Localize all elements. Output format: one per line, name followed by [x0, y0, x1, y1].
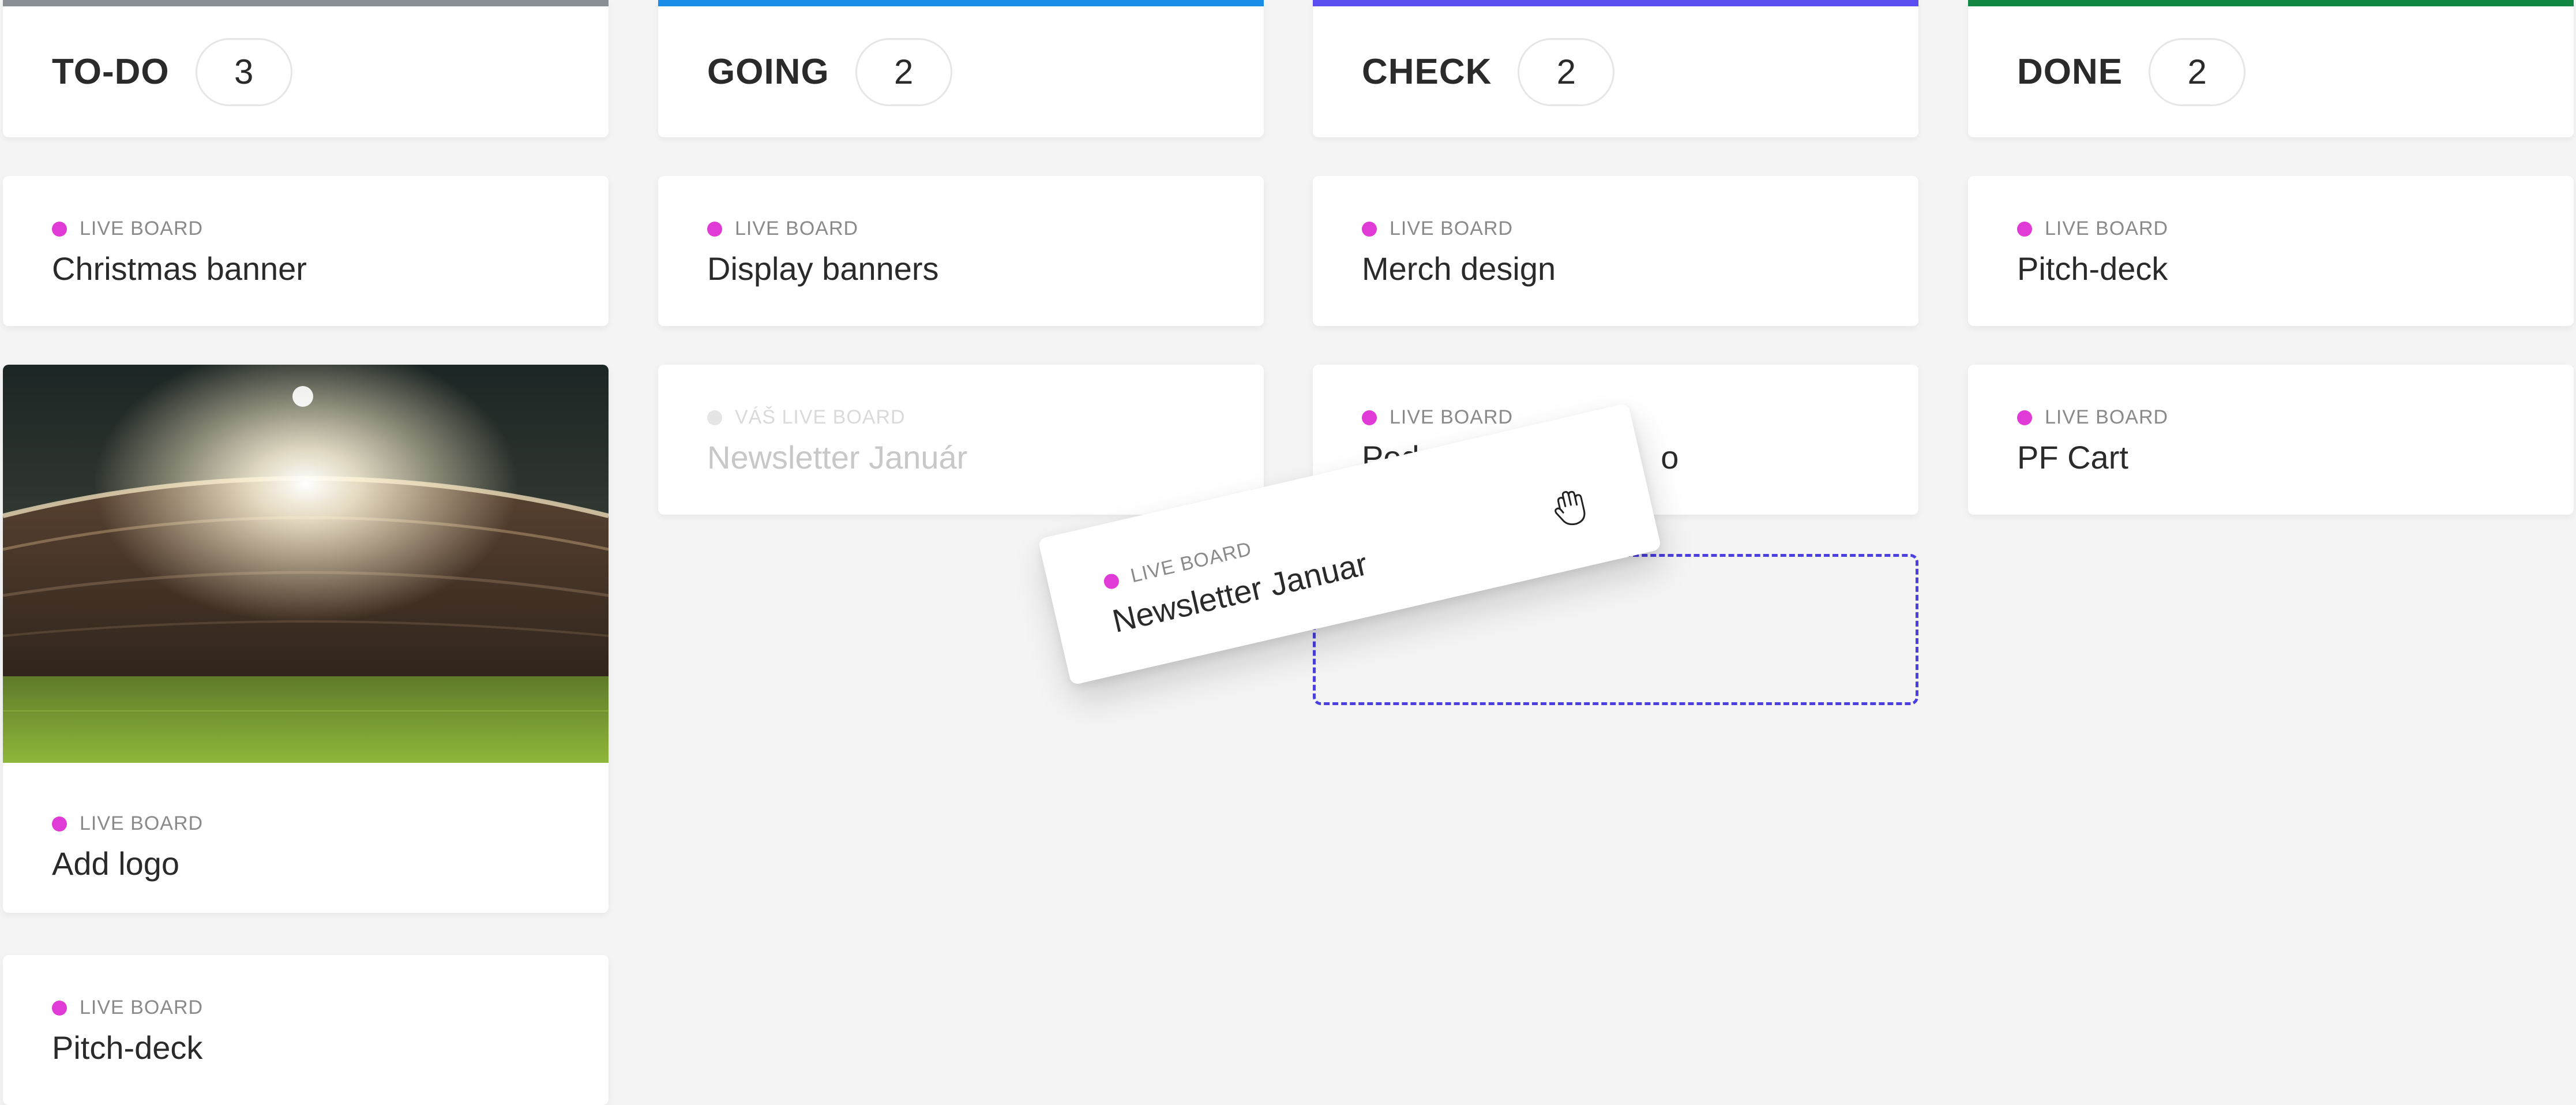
card-title: Merch design: [1362, 250, 1556, 287]
card-tag: LIVE BOARD: [52, 812, 203, 835]
tag-label: LIVE BOARD: [1390, 406, 1514, 428]
tag-label: LIVE BOARD: [80, 218, 204, 239]
tag-dot-icon: [52, 816, 67, 831]
column-count-badge: 2: [855, 38, 952, 106]
card-title: Pitch-deck: [2017, 250, 2168, 287]
card-tag: VÁŠ LIVE BOARD: [707, 406, 906, 429]
column-title: CHECK: [1362, 52, 1492, 92]
card-tag: LIVE BOARD: [52, 218, 203, 240]
column-title: DONE: [2017, 52, 2123, 92]
card-title: Pitch-deck: [52, 1029, 203, 1066]
task-card[interactable]: LIVE BOARD Merch design: [1313, 176, 1918, 326]
tag-dot-icon: [1362, 221, 1377, 237]
tag-dot-icon: [1362, 410, 1377, 425]
grab-hand-icon: [1554, 490, 1586, 526]
task-card[interactable]: LIVE BOARD Pitch-deck: [1968, 176, 2574, 326]
card-tag: LIVE BOARD: [2017, 218, 2168, 240]
tag-dot-icon: [52, 1000, 67, 1016]
column-title: TO-DO: [52, 52, 170, 92]
card-title: Newsletter Január: [707, 439, 968, 475]
column-count-badge: 2: [1518, 38, 1615, 106]
tag-label: VÁŠ LIVE BOARD: [735, 406, 906, 428]
task-card[interactable]: LIVE BOARD Christmas banner: [3, 176, 609, 326]
task-card-ghost: VÁŠ LIVE BOARD Newsletter Január: [658, 365, 1264, 515]
card-tag: LIVE BOARD: [2017, 406, 2168, 429]
tag-label: LIVE BOARD: [80, 812, 204, 834]
column-header-done[interactable]: DONE 2: [1968, 0, 2574, 137]
tag-label: LIVE BOARD: [2045, 218, 2169, 239]
tag-dot-icon: [2017, 410, 2032, 425]
card-title-visible-end: o: [1661, 439, 1679, 475]
card-title: Add logo: [52, 845, 180, 882]
tag-dot-icon: [707, 221, 722, 237]
tag-label: LIVE BOARD: [2045, 406, 2169, 428]
tag-dot-icon: [1102, 572, 1121, 590]
task-card[interactable]: LIVE BOARD Display banners: [658, 176, 1264, 326]
column-count-badge: 3: [195, 38, 292, 106]
card-title: Display banners: [707, 250, 939, 287]
card-tag: LIVE BOARD: [1362, 218, 1513, 240]
card-tag: LIVE BOARD: [1362, 406, 1513, 429]
tag-label: LIVE BOARD: [80, 997, 204, 1018]
tag-dot-icon: [52, 221, 67, 237]
kanban-board: TO-DO 3 GOING 2 CHECK 2 DONE 2 LIVE BOAR…: [0, 0, 2576, 1105]
task-card-with-image[interactable]: LIVE BOARD Add logo: [3, 365, 609, 913]
column-header-going[interactable]: GOING 2: [658, 0, 1264, 137]
tag-label: LIVE BOARD: [735, 218, 859, 239]
tag-label: LIVE BOARD: [1390, 218, 1514, 239]
tag-dot-icon: [707, 410, 722, 425]
card-title: Christmas banner: [52, 250, 307, 287]
column-count-badge: 2: [2149, 38, 2246, 106]
column-header-todo[interactable]: TO-DO 3: [3, 0, 609, 137]
card-title: PF Cart: [2017, 439, 2128, 475]
task-card[interactable]: LIVE BOARD Pitch-deck: [3, 955, 609, 1105]
card-tag: LIVE BOARD: [707, 218, 858, 240]
stadium-photo: [3, 365, 609, 763]
column-header-check[interactable]: CHECK 2: [1313, 0, 1918, 137]
tag-dot-icon: [2017, 221, 2032, 237]
card-tag: LIVE BOARD: [52, 997, 203, 1019]
task-card[interactable]: LIVE BOARD PF Cart: [1968, 365, 2574, 515]
column-title: GOING: [707, 52, 829, 92]
